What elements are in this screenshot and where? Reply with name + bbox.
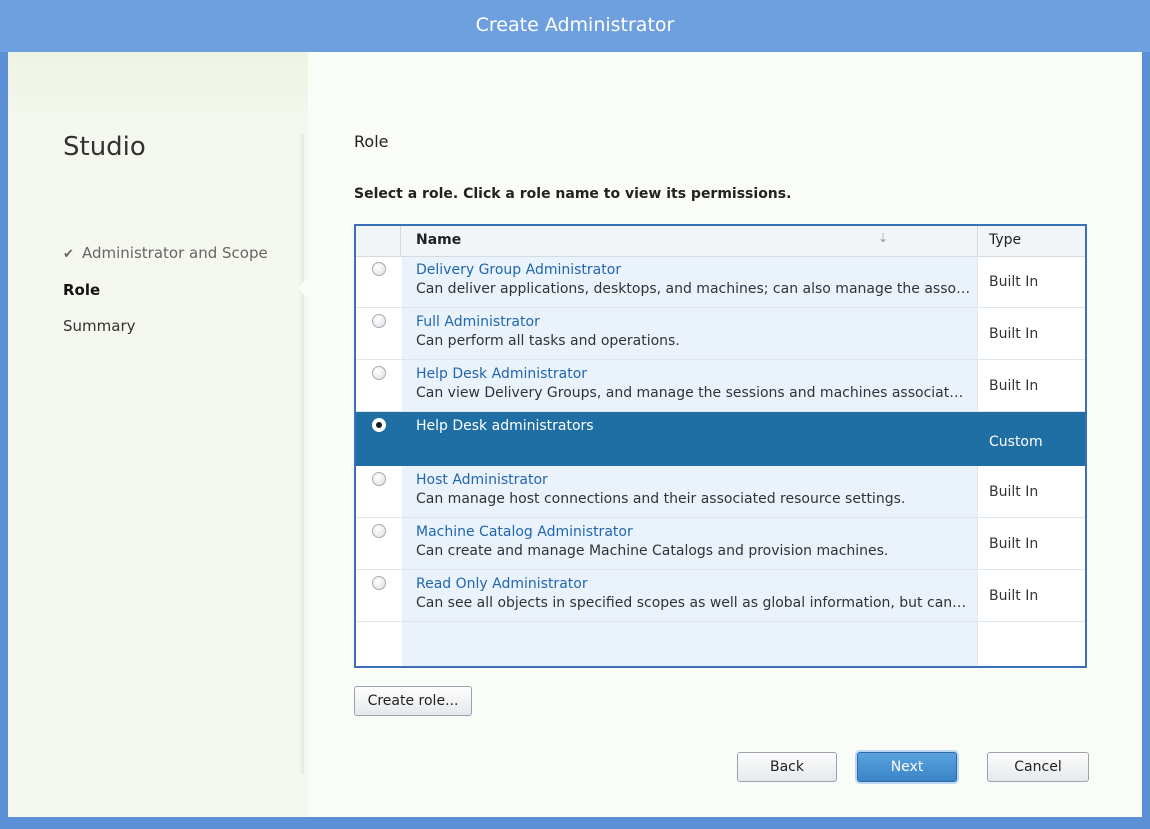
step-label: Summary	[63, 317, 136, 335]
role-type: Built In	[989, 326, 1039, 342]
role-type: Built In	[989, 484, 1039, 500]
window-title-bar: Create Administrator	[0, 0, 1150, 52]
role-name-link[interactable]: Full Administrator	[416, 314, 540, 330]
page-title: Role	[354, 132, 389, 151]
step-summary: Summary	[63, 317, 136, 335]
role-type: Custom	[989, 434, 1043, 450]
radio-selected-dot	[376, 422, 382, 428]
role-radio-button[interactable]	[372, 262, 386, 276]
role-type: Built In	[989, 588, 1039, 604]
role-name-link[interactable]: Machine Catalog Administrator	[416, 524, 633, 540]
wizard-client-area: Studio ✔ Administrator and Scope Role Sum…	[8, 52, 1142, 817]
role-type: Built In	[989, 378, 1039, 394]
create-role-button[interactable]: Create role...	[354, 686, 472, 716]
instruction-text: Select a role. Click a role name to view…	[354, 186, 792, 202]
step-label: Administrator and Scope	[82, 244, 268, 262]
window-title: Create Administrator	[475, 14, 675, 36]
role-name-link[interactable]: Host Administrator	[416, 472, 548, 488]
role-radio-button[interactable]	[372, 576, 386, 590]
column-divider	[977, 518, 978, 570]
role-radio-button-selected[interactable]	[372, 418, 386, 432]
step-administrator-and-scope[interactable]: ✔ Administrator and Scope	[63, 244, 268, 262]
column-divider	[977, 622, 978, 666]
back-button[interactable]: Back	[737, 752, 837, 782]
step-role: Role	[63, 281, 100, 299]
app-name: Studio	[63, 132, 146, 162]
table-row[interactable]: Host Administrator Can manage host conne…	[356, 466, 1085, 518]
checkmark-icon: ✔	[63, 247, 74, 262]
role-description: Can view Delivery Groups, and manage the…	[416, 385, 971, 401]
column-header-type[interactable]: Type	[989, 232, 1021, 248]
table-row[interactable]: Full Administrator Can perform all tasks…	[356, 308, 1085, 360]
table-row[interactable]: Machine Catalog Administrator Can create…	[356, 518, 1085, 570]
role-description: Can create and manage Machine Catalogs a…	[416, 543, 889, 559]
step-label: Role	[63, 281, 101, 299]
role-name-link[interactable]: Help Desk administrators	[416, 418, 594, 434]
cancel-button[interactable]: Cancel	[987, 752, 1089, 782]
next-button[interactable]: Next	[857, 752, 957, 782]
role-type: Built In	[989, 536, 1039, 552]
column-divider	[977, 360, 978, 412]
role-description: Can manage host connections and their as…	[416, 491, 906, 507]
wizard-main-panel: Role Select a role. Click a role name to…	[308, 52, 1142, 817]
table-row-selected[interactable]: Help Desk administrators Custom	[356, 412, 1085, 466]
role-radio-button[interactable]	[372, 314, 386, 328]
wizard-sidebar: Studio ✔ Administrator and Scope Role Sum…	[8, 52, 304, 817]
role-type: Built In	[989, 274, 1039, 290]
column-divider	[977, 570, 978, 622]
role-radio-button[interactable]	[372, 524, 386, 538]
role-description: Can deliver applications, desktops, and …	[416, 281, 971, 297]
role-name-link[interactable]: Read Only Administrator	[416, 576, 588, 592]
table-header: Name ⇣ Type	[356, 226, 1085, 257]
column-divider	[977, 308, 978, 360]
column-header-name[interactable]: Name	[416, 232, 461, 248]
role-radio-button[interactable]	[372, 366, 386, 380]
role-table[interactable]: Name ⇣ Type Delivery Group Administrator…	[354, 224, 1087, 668]
table-row[interactable]: Help Desk Administrator Can view Deliver…	[356, 360, 1085, 412]
role-name-link[interactable]: Help Desk Administrator	[416, 366, 587, 382]
sort-descending-icon[interactable]: ⇣	[878, 231, 888, 245]
role-description: Can see all objects in specified scopes …	[416, 595, 971, 611]
table-row[interactable]: Read Only Administrator Can see all obje…	[356, 570, 1085, 622]
role-radio-button[interactable]	[372, 472, 386, 486]
header-divider	[977, 226, 978, 256]
header-divider	[400, 226, 401, 256]
column-divider	[977, 466, 978, 518]
role-name-link[interactable]: Delivery Group Administrator	[416, 262, 621, 278]
column-divider	[977, 256, 978, 308]
role-description: Can perform all tasks and operations.	[416, 333, 680, 349]
table-row[interactable]: Delivery Group Administrator Can deliver…	[356, 256, 1085, 308]
active-step-indicator	[297, 276, 309, 300]
